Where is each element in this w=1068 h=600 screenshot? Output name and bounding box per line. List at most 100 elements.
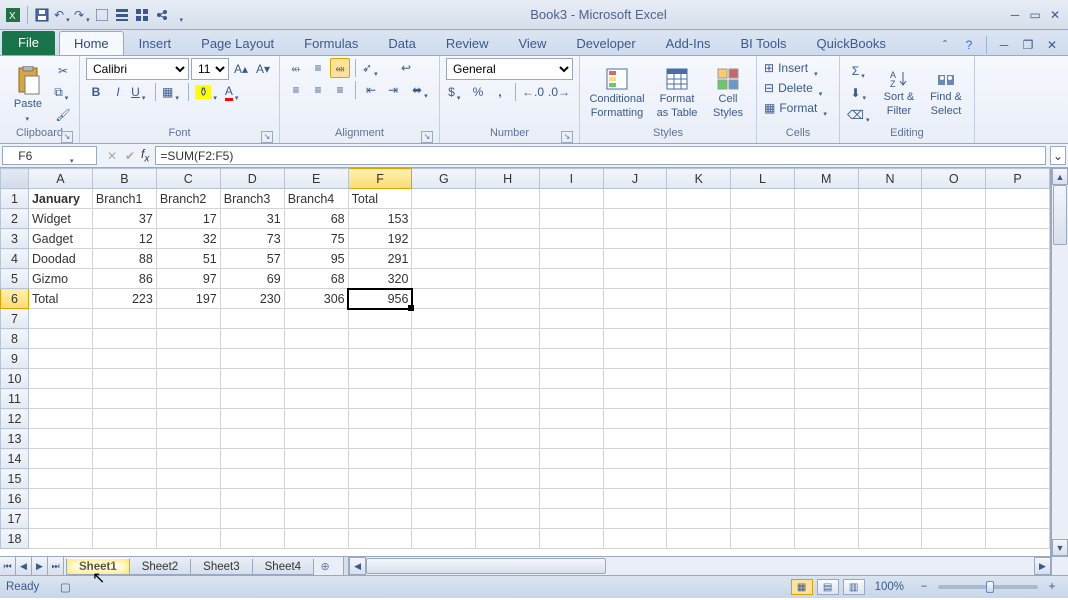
cell-I4[interactable] [539,249,603,269]
cut-icon[interactable]: ✂ [53,61,73,81]
cell-C14[interactable] [156,449,220,469]
cell-A12[interactable] [28,409,92,429]
cell-G13[interactable] [412,429,476,449]
cell-N5[interactable] [858,269,922,289]
sheet-tab-sheet2[interactable]: Sheet2 [129,559,191,575]
cell-I3[interactable] [539,229,603,249]
cell-E2[interactable]: 68 [284,209,348,229]
prev-sheet-icon[interactable]: ◀ [16,557,32,575]
cell-O14[interactable] [922,449,986,469]
cell-H7[interactable] [476,309,540,329]
cell-N8[interactable] [858,329,922,349]
cell-F10[interactable] [348,369,412,389]
row-header-8[interactable]: 8 [1,329,29,349]
cell-C6[interactable]: 197 [156,289,220,309]
row-header-13[interactable]: 13 [1,429,29,449]
cell-D8[interactable] [220,329,284,349]
cell-J9[interactable] [603,349,667,369]
new-sheet-icon[interactable]: ⊕ [313,557,337,575]
cell-F2[interactable]: 153 [348,209,412,229]
cell-L4[interactable] [731,249,795,269]
cell-B14[interactable] [92,449,156,469]
tab-view[interactable]: View [503,31,561,55]
cell-G7[interactable] [412,309,476,329]
cell-I1[interactable] [539,189,603,209]
paste-button[interactable]: Paste [6,60,50,126]
number-format-combo[interactable]: General [446,58,573,80]
cell-M7[interactable] [794,309,858,329]
cell-K7[interactable] [667,309,731,329]
cell-B18[interactable] [92,529,156,549]
cell-G18[interactable] [412,529,476,549]
horizontal-scrollbar[interactable]: ◀ ▶ [349,557,1051,575]
cell-P10[interactable] [986,369,1050,389]
cell-B5[interactable]: 86 [92,269,156,289]
cell-B1[interactable]: Branch1 [92,189,156,209]
cell-G16[interactable] [412,489,476,509]
cell-E6[interactable]: 306 [284,289,348,309]
align-right-icon[interactable]: ≡ [330,80,350,100]
format-painter-icon[interactable]: 🖌 [53,105,73,125]
cell-P5[interactable] [986,269,1050,289]
cell-E12[interactable] [284,409,348,429]
border-icon[interactable]: ▦ [161,82,183,102]
cell-L17[interactable] [731,509,795,529]
col-header-N[interactable]: N [858,169,922,189]
underline-button[interactable]: U [130,82,150,102]
merge-center-icon[interactable]: ⬌ [411,80,432,100]
cell-G17[interactable] [412,509,476,529]
cell-E14[interactable] [284,449,348,469]
cell-I15[interactable] [539,469,603,489]
cell-C2[interactable]: 17 [156,209,220,229]
enter-formula-icon[interactable]: ✔ [123,149,137,163]
cell-P11[interactable] [986,389,1050,409]
cell-I13[interactable] [539,429,603,449]
cell-C3[interactable]: 32 [156,229,220,249]
tab-developer[interactable]: Developer [561,31,650,55]
cell-H9[interactable] [476,349,540,369]
cell-A1[interactable]: January [28,189,92,209]
cell-F3[interactable]: 192 [348,229,412,249]
cell-I9[interactable] [539,349,603,369]
cell-P6[interactable] [986,289,1050,309]
cell-H13[interactable] [476,429,540,449]
formula-input[interactable]: =SUM(F2:F5) [155,146,1046,165]
cell-J4[interactable] [603,249,667,269]
cell-J15[interactable] [603,469,667,489]
wb-restore-icon[interactable]: ❐ [1018,35,1038,55]
cell-F4[interactable]: 291 [348,249,412,269]
cell-H11[interactable] [476,389,540,409]
cell-L12[interactable] [731,409,795,429]
cell-L18[interactable] [731,529,795,549]
cell-A11[interactable] [28,389,92,409]
cell-A7[interactable] [28,309,92,329]
cell-P12[interactable] [986,409,1050,429]
cell-D12[interactable] [220,409,284,429]
cell-B10[interactable] [92,369,156,389]
align-middle-icon[interactable]: ≡ [308,58,328,78]
row-header-5[interactable]: 5 [1,269,29,289]
cell-M8[interactable] [794,329,858,349]
cell-B9[interactable] [92,349,156,369]
cell-O17[interactable] [922,509,986,529]
format-cells-button[interactable]: ▦ Format [763,98,833,118]
cell-O2[interactable] [922,209,986,229]
cell-P17[interactable] [986,509,1050,529]
cell-L14[interactable] [731,449,795,469]
cell-J16[interactable] [603,489,667,509]
first-sheet-icon[interactable]: ⏮ [0,557,16,575]
sort-filter-button[interactable]: AZ Sort &Filter [877,60,921,126]
cell-K17[interactable] [667,509,731,529]
tab-bi-tools[interactable]: BI Tools [725,31,801,55]
cell-J14[interactable] [603,449,667,469]
cell-G11[interactable] [412,389,476,409]
cell-E10[interactable] [284,369,348,389]
cell-H18[interactable] [476,529,540,549]
tab-insert[interactable]: Insert [124,31,187,55]
cell-F15[interactable] [348,469,412,489]
font-launcher-icon[interactable]: ↘ [261,131,273,143]
cell-B7[interactable] [92,309,156,329]
cell-K15[interactable] [667,469,731,489]
cell-K12[interactable] [667,409,731,429]
cell-O5[interactable] [922,269,986,289]
